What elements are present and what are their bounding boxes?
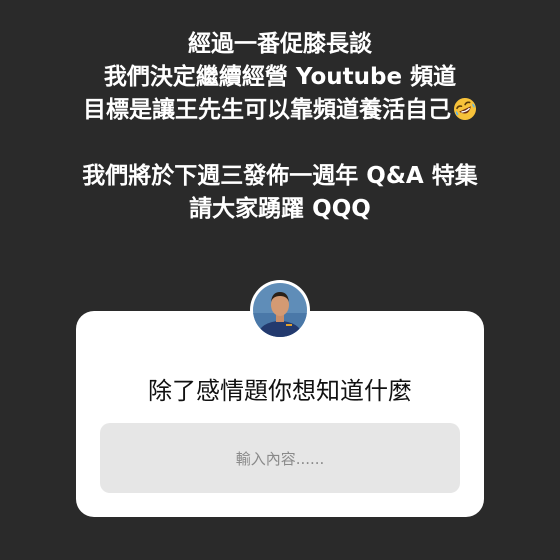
question-sticker-card: 除了感情題你想知道什麼 輸入內容......: [76, 311, 484, 517]
announcement-line-5: 請大家踴躍 QQQ: [189, 196, 371, 222]
story-announcement-text: 經過一番促膝長談 我們決定繼續經營 Youtube 頻道 目標是讓王先生可以靠頻…: [0, 28, 560, 226]
profile-avatar[interactable]: [250, 280, 310, 340]
announcement-line-3: 目標是讓王先生可以靠頻道養活自己: [83, 97, 451, 123]
rolling-on-the-floor-laughing-emoji-icon: [454, 98, 476, 120]
announcement-line-3-wrapper: 目標是讓王先生可以靠頻道養活自己: [0, 94, 560, 127]
answer-input-placeholder: 輸入內容......: [235, 449, 325, 468]
question-prompt: 除了感情題你想知道什麼: [148, 377, 412, 405]
announcement-line-4: 我們將於下週三發佈一週年 Q&A 特集: [82, 163, 478, 189]
announcement-line-2: 我們決定繼續經營 Youtube 頻道: [103, 64, 457, 90]
answer-input[interactable]: 輸入內容......: [100, 423, 460, 493]
announcement-line-1: 經過一番促膝長談: [188, 31, 372, 57]
avatar-photo-icon: [253, 283, 307, 337]
